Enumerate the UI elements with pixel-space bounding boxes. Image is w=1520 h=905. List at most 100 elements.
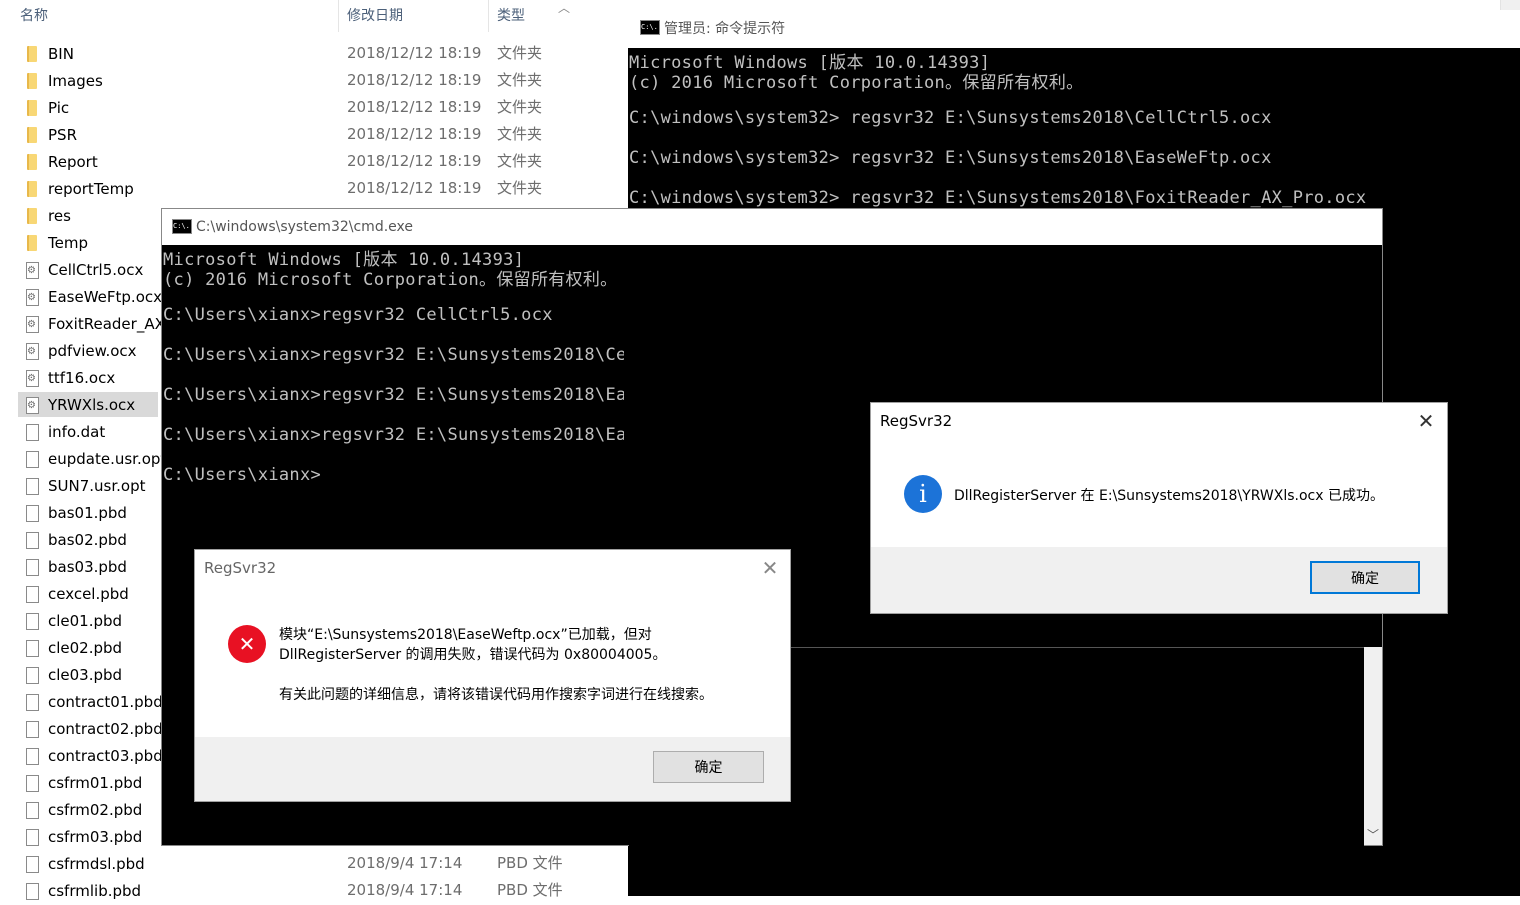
file-icon [26,640,39,657]
name-cell[interactable]: CellCtrl5.ocx [18,257,158,284]
console-line: C:\windows\system32> regsvr32 E:\Sunsyst… [629,108,1272,128]
console-line: C:\Users\xianx>regsvr32 E:\Sunsystems201… [163,385,624,405]
file-name: Pic [48,99,70,117]
name-cell[interactable]: EaseWeFtp.ocx [18,284,162,311]
file-name: csfrm03.pbd [48,828,143,846]
file-name: Report [48,153,98,171]
column-divider[interactable] [338,0,339,32]
name-cell[interactable]: cle03.pbd [18,662,158,687]
dialog-title: RegSvr32 [204,559,277,577]
name-cell[interactable]: csfrm01.pbd [18,770,158,795]
file-name: Images [48,72,103,90]
console-line: C:\Users\xianx>regsvr32 E:\Sunsystems201… [163,345,624,365]
name-cell[interactable]: PSR [18,122,158,147]
name-cell[interactable]: eupdate.usr.opt [18,446,166,471]
folder-icon [27,235,37,251]
name-cell[interactable]: cle02.pbd [18,635,158,660]
file-icon [26,532,39,549]
file-name: reportTemp [48,180,134,198]
file-date: 2018/12/12 18:19 [347,44,482,62]
file-icon [26,721,39,738]
folder-icon [27,127,37,143]
name-cell[interactable]: bas01.pbd [18,500,158,525]
name-cell[interactable]: Temp [18,230,158,255]
console-scrollbar[interactable]: ﹀ [1364,647,1382,845]
console-line: (c) 2016 Microsoft Corporation。保留所有权利。 [163,270,618,290]
name-cell[interactable]: FoxitReader_AX [18,311,165,338]
file-name: csfrmlib.pbd [48,882,142,900]
file-date: 2018/12/12 18:19 [347,125,482,143]
name-cell[interactable]: bas02.pbd [18,527,158,552]
file-icon [26,667,39,684]
name-cell[interactable]: pdfview.ocx [18,338,158,365]
name-cell[interactable]: csfrm03.pbd [18,824,158,849]
component-file-icon [26,365,39,392]
user-cmd-titlebar[interactable]: C:\. C:\windows\system32\cmd.exe [162,209,1382,245]
dialog-title: RegSvr32 [880,412,953,430]
console-line: C:\windows\system32> regsvr32 E:\Sunsyst… [629,148,1272,168]
ok-button[interactable]: 确定 [653,751,764,783]
name-cell[interactable]: Images [18,68,158,93]
file-date: 2018/9/4 17:14 [347,854,463,872]
name-cell[interactable]: bas03.pbd [18,554,158,579]
file-icon [26,802,39,819]
dialog-message-line: DllRegisterServer 的调用失败，错误代码为 0x80004005… [279,647,667,663]
file-date: 2018/12/12 18:19 [347,98,482,116]
name-cell[interactable]: res [18,203,158,228]
file-name: ttf16.ocx [48,369,116,387]
file-name: bas03.pbd [48,558,127,576]
file-name: res [48,207,71,225]
sort-up-icon: ︿ [558,1,571,15]
scroll-down-icon[interactable]: ﹀ [1364,827,1382,843]
ok-button[interactable]: 确定 [1310,561,1420,594]
file-icon [26,883,39,900]
file-name: SUN7.usr.opt [48,477,146,495]
name-cell[interactable]: contract03.pbd [18,743,163,768]
file-name: contract02.pbd [48,720,163,738]
name-cell[interactable]: info.dat [18,419,158,444]
name-cell[interactable]: contract02.pbd [18,716,163,741]
close-icon[interactable]: ✕ [1414,409,1438,433]
name-cell[interactable]: SUN7.usr.opt [18,473,158,498]
name-cell[interactable]: cle01.pbd [18,608,158,633]
dialog-message-line: 有关此问题的详细信息，请将该错误代码用作搜索字词进行在线搜索。 [279,687,713,703]
component-file-icon [26,311,39,338]
name-cell[interactable]: contract01.pbd [18,689,163,714]
column-divider[interactable] [488,0,489,32]
file-name: bas01.pbd [48,504,127,522]
name-cell[interactable]: csfrmlib.pbd [18,878,158,903]
file-type: PBD 文件 [497,854,563,872]
console-line: C:\windows\system32> regsvr32 E:\Sunsyst… [629,188,1367,208]
name-cell[interactable]: ttf16.ocx [18,365,158,392]
file-icon [26,478,39,495]
name-cell[interactable]: csfrmdsl.pbd [18,851,158,876]
console-icon: C:\. [640,20,660,35]
admin-cmd-titlebar[interactable]: C:\. 管理员: 命令提示符 [628,10,1520,48]
column-header-date[interactable]: 修改日期 [347,0,403,32]
folder-icon [27,154,37,170]
console-icon: C:\. [172,219,192,234]
file-icon [26,424,39,441]
file-type: 文件夹 [497,125,543,143]
close-icon[interactable]: ✕ [758,556,782,580]
file-icon [26,451,39,468]
console-line: C:\Users\xianx>regsvr32 E:\Sunsystems201… [163,425,624,445]
file-name: contract01.pbd [48,693,163,711]
file-type: 文件夹 [497,152,543,170]
file-name: cexcel.pbd [48,585,129,603]
file-icon [26,613,39,630]
file-name: csfrm02.pbd [48,801,143,819]
name-cell[interactable]: YRWXls.ocx [18,392,158,419]
name-cell[interactable]: Report [18,149,158,174]
column-header-name[interactable]: 名称 [20,0,48,32]
name-cell[interactable]: reportTemp [18,176,158,201]
name-cell[interactable]: BIN [18,41,158,66]
name-cell[interactable]: Pic [18,95,158,120]
column-header-type[interactable]: 类型 [497,0,525,32]
file-date: 2018/12/12 18:19 [347,179,482,197]
name-cell[interactable]: csfrm02.pbd [18,797,158,822]
folder-icon [27,73,37,89]
file-type: 文件夹 [497,44,543,62]
error-icon: ✕ [228,625,266,663]
name-cell[interactable]: cexcel.pbd [18,581,158,606]
